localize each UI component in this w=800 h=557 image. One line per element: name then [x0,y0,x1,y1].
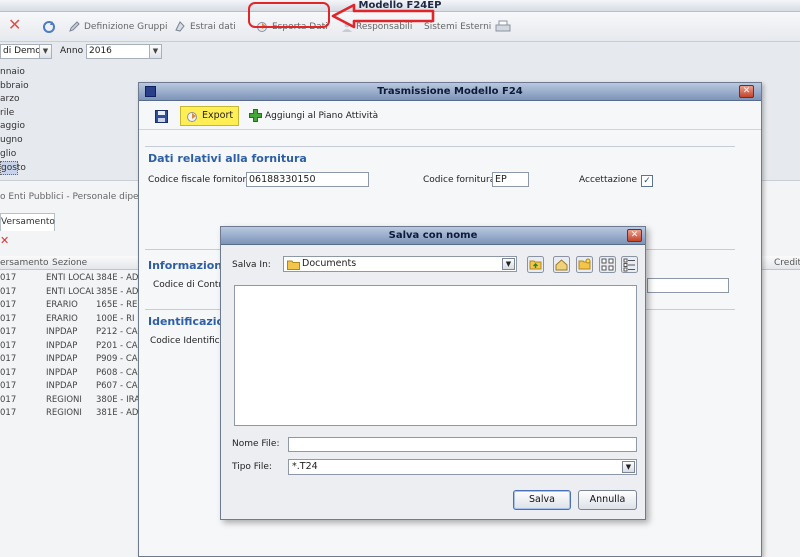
table-row[interactable]: 017 ENTI LOCALI 385E - AD [0,286,140,298]
table-row[interactable]: 017 INPDAP P608 - CA [0,367,140,379]
folder-icon [287,260,300,270]
chevron-down-icon: ▼ [622,461,635,473]
list-item[interactable]: ugno [0,134,135,148]
close-icon[interactable]: ✕ [627,229,642,242]
delete-icon[interactable]: ✕ [8,17,21,33]
tipo-file-select[interactable]: *.T24 ▼ [288,459,637,475]
table-row[interactable]: 017 INPDAP P607 - CA [0,380,140,392]
chevron-down-icon: ▼ [39,45,51,58]
table-row[interactable]: 017 ENTI LOCALI 384E - AD [0,272,140,284]
save-icon[interactable] [155,110,168,123]
list-item-selected[interactable]: gosto [0,161,26,175]
codice-fiscale-field[interactable]: 06188330150 [246,172,369,187]
anno-label: Anno [60,46,84,56]
red-arrow-annotation [331,3,435,29]
table-row[interactable]: 017 REGIONI 381E - AD [0,407,140,419]
printer-icon [495,20,511,31]
table-row[interactable]: 017 REGIONI 380E - IRA [0,394,140,406]
salva-button[interactable]: Salva [513,490,571,510]
highlight-box [248,2,330,28]
list-item[interactable]: nnaio [0,66,135,80]
salva-dialog: Salva con nome ✕ Salva In: Documents ▼ N… [220,226,646,520]
tab-versamento[interactable]: Versamento [0,213,55,231]
trasmissione-dialog-title: Trasmissione Modello F24 ✕ [139,83,761,101]
details-view-icon[interactable] [621,256,638,273]
codice-identificativo-label: Codice Identificati [150,336,232,346]
chevron-down-icon: ▼ [149,45,161,58]
file-list[interactable] [234,285,637,426]
estrai-dati-label: Estrai dati [190,22,236,32]
table-row[interactable]: 017 INPDAP P201 - CA [0,340,140,352]
filter-bar: di Demo ▼ Anno 2016 ▼ [0,42,800,62]
anno-select[interactable]: 2016 ▼ [86,44,162,59]
list-item[interactable]: rile [0,107,135,121]
list-item[interactable]: bbraio [0,80,135,94]
codice-controllo-field[interactable] [647,278,729,293]
salva-in-select[interactable]: Documents ▼ [283,256,517,272]
column-header[interactable]: Sezione [52,256,87,270]
aggiungi-piano-button[interactable]: Aggiungi al Piano Attività [249,109,378,123]
new-folder-icon[interactable] [576,256,593,273]
estrai-dati-button[interactable]: Estrai dati [174,19,236,35]
definizione-gruppi-label: Definizione Gruppi [84,22,168,32]
column-header[interactable]: Credit [774,256,800,270]
anno-value: 2016 [89,46,112,56]
nome-file-label: Nome File: [232,439,280,449]
close-icon[interactable]: ✕ [739,85,754,98]
export-icon [187,112,197,122]
list-item[interactable]: arzo [0,93,135,107]
table-row[interactable]: 017 ERARIO 165E - RE [0,299,140,311]
tipo-file-label: Tipo File: [232,462,272,472]
edit-icon [69,21,80,32]
salva-in-value: Documents [302,258,357,269]
section-divider [145,146,735,147]
entity-label: o Enti Pubblici - Personale dipende [0,192,156,202]
column-header[interactable]: ersamento [0,256,49,270]
aggiungi-piano-label: Aggiungi al Piano Attività [265,111,379,121]
annulla-button[interactable]: Annulla [578,490,637,510]
export-button[interactable]: Export [180,106,239,126]
codice-fornitura-field[interactable]: EP [492,172,529,187]
export-label: Export [202,110,234,121]
app-icon [145,86,156,97]
trasmissione-toolbar: Export Aggiungi al Piano Attività [139,102,761,130]
chevron-down-icon: ▼ [502,258,515,270]
ente-select[interactable]: di Demo ▼ [0,44,52,59]
add-icon [249,109,262,122]
codice-fornitura-label: Codice fornitura [423,175,496,185]
nome-file-input[interactable] [288,437,637,452]
months-list: nnaio bbraio arzo rile aggio ugno glio g… [0,66,135,175]
table-row[interactable]: 017 ERARIO 100E - RI [0,313,140,325]
ente-value: di Demo [3,46,41,56]
list-item[interactable]: glio [0,148,135,162]
salva-dialog-title: Salva con nome ✕ [221,227,645,245]
codice-fiscale-label: Codice fiscale fornitore [148,175,252,185]
home-icon[interactable] [553,256,570,273]
section-fornitura-title: Dati relativi alla fornitura [148,152,307,165]
tipo-file-value: *.T24 [292,461,318,472]
trasmissione-title-text: Trasmissione Modello F24 [377,86,523,97]
delete-icon[interactable]: ✕ [0,234,9,247]
list-view-icon[interactable] [599,256,616,273]
definizione-gruppi-button[interactable]: Definizione Gruppi [68,19,167,35]
accettazione-checkbox[interactable]: ✓ [641,175,653,187]
list-item[interactable]: aggio [0,120,135,134]
salva-title-text: Salva con nome [388,230,478,241]
salva-in-label: Salva In: [232,260,271,270]
extract-icon [175,21,185,32]
codice-controllo-label: Codice di Contro [153,280,228,290]
table-row[interactable]: 017 INPDAP P212 - CA [0,326,140,338]
table-row[interactable]: 017 INPDAP P909 - CA [0,353,140,365]
section-informazioni-title: Informazioni [148,259,226,272]
accettazione-label: Accettazione [579,175,637,185]
refresh-icon[interactable] [42,19,59,35]
up-folder-icon[interactable] [527,256,544,273]
